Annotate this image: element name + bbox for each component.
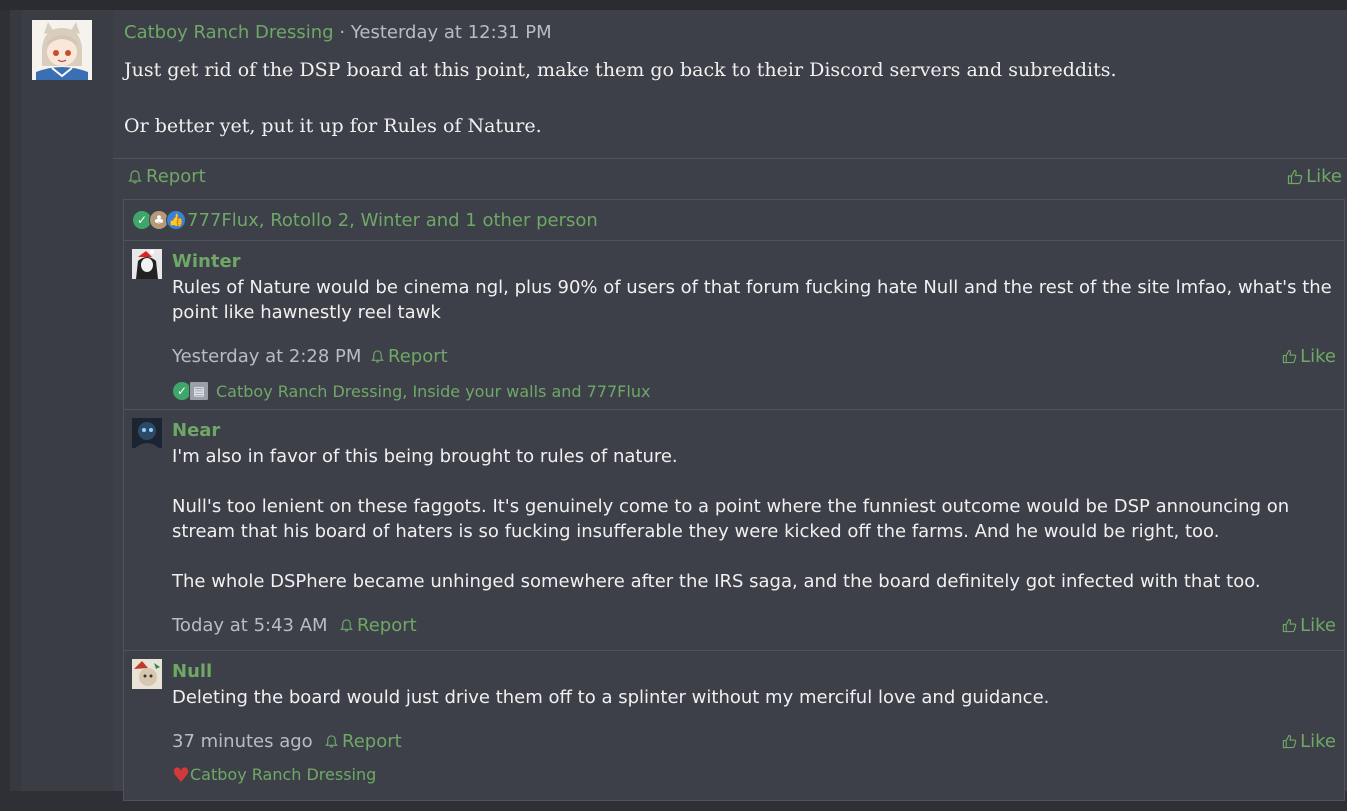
- report-link[interactable]: Report: [127, 166, 206, 187]
- heart-reaction-icon: ♥: [172, 762, 190, 787]
- thumbs-up-icon: [1288, 169, 1303, 184]
- comment: Null Deleting the board would just drive…: [124, 651, 1344, 811]
- header-separator: ·: [339, 22, 346, 43]
- divider: [113, 158, 1347, 159]
- like-button[interactable]: Like: [1282, 615, 1336, 636]
- bell-icon: [128, 169, 142, 184]
- document-reaction-icon: ▤: [189, 381, 209, 401]
- like-label: Like: [1306, 166, 1342, 187]
- comment-author-link[interactable]: Winter: [172, 251, 241, 272]
- avatar[interactable]: [32, 20, 92, 80]
- post-user-cell: [22, 10, 113, 791]
- comment-paragraph: I'm also in favor of this being brought …: [172, 446, 678, 467]
- like-button[interactable]: Like: [1287, 166, 1342, 187]
- comment-paragraph: Rules of Nature would be cinema ngl, plu…: [172, 277, 1332, 323]
- comment-paragraph: Deleting the board would just drive them…: [172, 687, 1050, 708]
- comment-paragraph: The whole DSPhere became unhinged somewh…: [172, 571, 1261, 592]
- comment: Winter Rules of Nature would be cinema n…: [124, 241, 1344, 410]
- thumbs-up-icon: [1282, 734, 1297, 749]
- post-header: Catboy Ranch Dressing · Yesterday at 12:…: [124, 22, 552, 43]
- comment-body: I'm also in favor of this being brought …: [172, 444, 1332, 619]
- like-label: Like: [1300, 615, 1336, 636]
- post-actions: Report Like: [113, 160, 1347, 194]
- like-label: Like: [1300, 731, 1336, 752]
- comment-timestamp[interactable]: Yesterday at 2:28 PM: [172, 346, 361, 367]
- avatar[interactable]: [132, 659, 162, 689]
- post-author-link[interactable]: Catboy Ranch Dressing: [124, 22, 334, 43]
- bell-icon: [340, 619, 353, 632]
- post-body: Just get rid of the DSP board at this po…: [124, 56, 1324, 168]
- avatar-image: [32, 20, 92, 80]
- report-link[interactable]: Report: [370, 346, 448, 367]
- report-label: Report: [146, 166, 206, 187]
- comment-timestamp[interactable]: Today at 5:43 AM: [172, 615, 328, 636]
- report-link[interactable]: Report: [324, 731, 402, 752]
- report-label: Report: [342, 731, 402, 752]
- report-label: Report: [388, 346, 448, 367]
- comment-reactions: ✓ ▤ Catboy Ranch Dressing, Inside your w…: [172, 381, 650, 401]
- avatar[interactable]: [132, 249, 162, 279]
- reactions-list-link[interactable]: Catboy Ranch Dressing, Inside your walls…: [216, 382, 650, 401]
- avatar[interactable]: [132, 418, 162, 448]
- reactions-list-link[interactable]: 777Flux, Rotollo 2, Winter and 1 other p…: [187, 210, 598, 231]
- like-button[interactable]: Like: [1282, 346, 1336, 367]
- post-reactions-bar: ✓ ♣ 👍 777Flux, Rotollo 2, Winter and 1 o…: [124, 200, 1344, 241]
- comment: Near I'm also in favor of this being bro…: [124, 410, 1344, 651]
- post-timestamp[interactable]: Yesterday at 12:31 PM: [351, 22, 552, 43]
- like-button[interactable]: Like: [1282, 731, 1336, 752]
- comment-author-link[interactable]: Near: [172, 420, 220, 441]
- report-link[interactable]: Report: [339, 615, 417, 636]
- comment-author-link[interactable]: Null: [172, 661, 212, 682]
- reactions-list-link[interactable]: Catboy Ranch Dressing: [190, 765, 376, 784]
- reaction-icons: ✓ ♣ 👍: [132, 210, 186, 230]
- top-band: [0, 0, 1347, 10]
- bell-icon: [325, 735, 338, 748]
- reaction-icons: ✓ ▤: [172, 381, 209, 401]
- comment-reactions: ♥ Catboy Ranch Dressing: [172, 762, 376, 787]
- avatar-image: [132, 249, 162, 279]
- bell-icon: [371, 350, 384, 363]
- avatar-image: [132, 418, 162, 448]
- post-paragraph: Just get rid of the DSP board at this po…: [124, 59, 1117, 81]
- post-paragraph: Or better yet, put it up for Rules of Na…: [124, 115, 542, 137]
- like-label: Like: [1300, 346, 1336, 367]
- comments-block: ✓ ♣ 👍 777Flux, Rotollo 2, Winter and 1 o…: [123, 199, 1345, 801]
- thumbs-up-icon: [1282, 349, 1297, 364]
- comment-paragraph: Null's too lenient on these faggots. It'…: [172, 496, 1290, 542]
- comment-timestamp[interactable]: 37 minutes ago: [172, 731, 313, 752]
- thumbs-up-icon: [1282, 618, 1297, 633]
- comment-body: Rules of Nature would be cinema ngl, plu…: [172, 275, 1332, 350]
- thumb-reaction-icon: 👍: [166, 210, 186, 230]
- comment-body: Deleting the board would just drive them…: [172, 685, 1332, 735]
- report-label: Report: [357, 615, 417, 636]
- avatar-image: [132, 659, 162, 689]
